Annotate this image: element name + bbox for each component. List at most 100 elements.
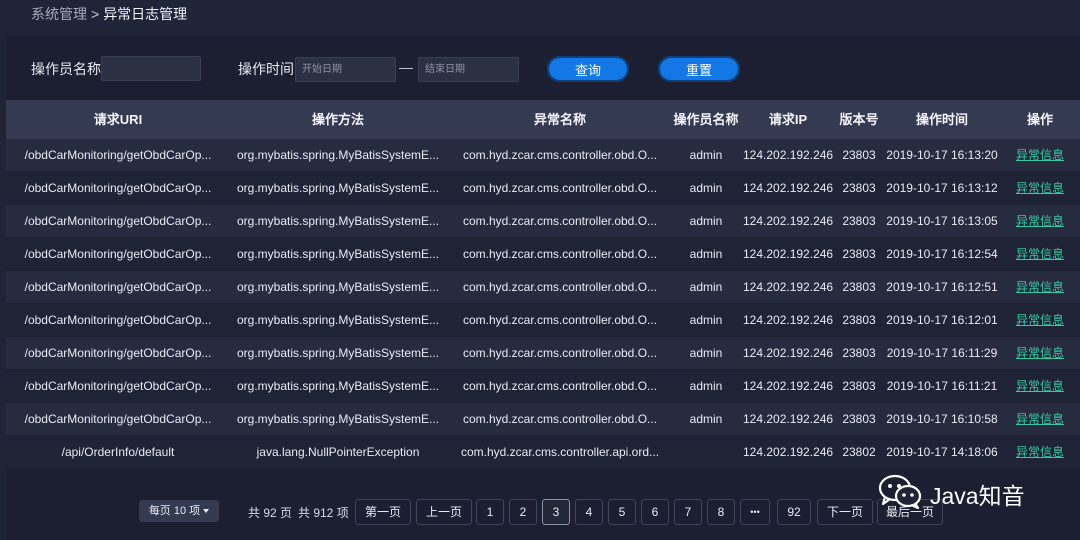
page-size-select[interactable]: 每页 10 项 (139, 500, 219, 522)
breadcrumb-current: 异常日志管理 (103, 6, 188, 22)
filter-bar: 操作员名称 操作时间 — 查询 重置 (6, 36, 1080, 100)
cell-version: 23803 (842, 412, 876, 426)
cell-operator: admin (689, 412, 723, 426)
cell-method: org.mybatis.spring.MyBatisSystemE... (236, 313, 440, 327)
table-row: /api/OrderInfo/default java.lang.NullPoi… (6, 436, 1080, 468)
cell-ip: 124.202.192.246 (743, 346, 833, 360)
cell-exception: com.hyd.zcar.cms.controller.obd.O... (462, 346, 658, 360)
cell-exception: com.hyd.zcar.cms.controller.obd.O... (462, 148, 658, 162)
col-header-version: 版本号 (839, 112, 879, 127)
col-header-uri: 请求URI (93, 112, 143, 127)
date-range-dash: — (399, 59, 413, 75)
cell-time: 2019-10-17 16:12:01 (886, 313, 998, 327)
cell-time: 2019-10-17 16:11:29 (886, 346, 998, 360)
cell-ip: 124.202.192.246 (743, 148, 833, 162)
cell-ip: 124.202.192.246 (743, 280, 833, 294)
cell-operator: admin (689, 280, 723, 294)
cell-uri: /obdCarMonitoring/getObdCarOp... (24, 247, 212, 261)
exception-info-link[interactable]: 异常信息 (1010, 403, 1070, 435)
page-button[interactable]: 2 (509, 499, 537, 525)
col-header-time: 操作时间 (915, 112, 968, 127)
query-button[interactable]: 查询 (547, 56, 629, 82)
col-header-method: 操作方法 (311, 112, 364, 127)
page-button[interactable]: 8 (707, 499, 735, 525)
page-button[interactable]: 4 (575, 499, 603, 525)
cell-method: java.lang.NullPointerException (256, 445, 420, 459)
exception-info-link[interactable]: 异常信息 (1010, 370, 1070, 402)
cell-time: 2019-10-17 16:11:21 (886, 379, 998, 393)
cell-operator (668, 436, 744, 468)
exception-info-link[interactable]: 异常信息 (1010, 172, 1070, 204)
table-row: /obdCarMonitoring/getObdCarOp... org.myb… (6, 139, 1080, 171)
cell-uri: /obdCarMonitoring/getObdCarOp... (24, 181, 212, 195)
prev-page-button[interactable]: 上一页 (416, 499, 472, 525)
cell-exception: com.hyd.zcar.cms.controller.obd.O... (462, 214, 658, 228)
table-row: /obdCarMonitoring/getObdCarOp... org.myb… (6, 271, 1080, 303)
cell-uri: /obdCarMonitoring/getObdCarOp... (24, 412, 212, 426)
watermark-text: Java知音 (930, 483, 1025, 509)
cell-version: 23803 (842, 379, 876, 393)
operator-label: 操作员名称 (31, 61, 101, 77)
start-date-input[interactable] (295, 57, 396, 82)
cell-operator: admin (689, 247, 723, 261)
cell-operator: admin (689, 379, 723, 393)
cell-uri: /obdCarMonitoring/getObdCarOp... (24, 313, 212, 327)
cell-version: 23803 (842, 346, 876, 360)
cell-operator: admin (689, 214, 723, 228)
cell-time: 2019-10-17 16:12:54 (886, 247, 998, 261)
page-button[interactable]: 1 (476, 499, 504, 525)
cell-ip: 124.202.192.246 (743, 379, 833, 393)
exception-info-link[interactable]: 异常信息 (1010, 271, 1070, 303)
exception-info-link[interactable]: 异常信息 (1010, 238, 1070, 270)
cell-version: 23803 (842, 181, 876, 195)
reset-button[interactable]: 重置 (658, 56, 740, 82)
exception-info-link[interactable]: 异常信息 (1010, 304, 1070, 336)
page-button-current[interactable]: 3 (542, 499, 570, 525)
page-button-last-number[interactable]: 92 (777, 499, 811, 525)
total-items: 共 912 项 (298, 506, 349, 520)
time-label: 操作时间 (238, 61, 294, 77)
page-ellipsis[interactable]: ••• (740, 499, 770, 525)
page-button[interactable]: 7 (674, 499, 702, 525)
cell-method: org.mybatis.spring.MyBatisSystemE... (236, 181, 440, 195)
first-page-button[interactable]: 第一页 (355, 499, 411, 525)
exception-info-link[interactable]: 异常信息 (1010, 337, 1070, 369)
col-header-ip: 请求IP (768, 112, 808, 127)
cell-method: org.mybatis.spring.MyBatisSystemE... (236, 346, 440, 360)
table-row: /obdCarMonitoring/getObdCarOp... org.myb… (6, 370, 1080, 402)
cell-uri: /api/OrderInfo/default (61, 445, 175, 459)
cell-version: 23803 (842, 148, 876, 162)
cell-method: org.mybatis.spring.MyBatisSystemE... (236, 214, 440, 228)
table-row: /obdCarMonitoring/getObdCarOp... org.myb… (6, 304, 1080, 336)
exception-info-link[interactable]: 异常信息 (1010, 436, 1070, 468)
exception-info-link[interactable]: 异常信息 (1010, 139, 1070, 171)
end-date-input[interactable] (418, 57, 519, 82)
cell-time: 2019-10-17 16:10:58 (886, 412, 998, 426)
cell-method: org.mybatis.spring.MyBatisSystemE... (236, 148, 440, 162)
content-panel: 操作员名称 操作时间 — 查询 重置 请求URI 操作方法 异常名称 操作员名称… (6, 36, 1080, 540)
cell-exception: com.hyd.zcar.cms.controller.api.ord... (460, 445, 660, 459)
cell-time: 2019-10-17 16:13:20 (886, 148, 998, 162)
cell-version: 23803 (842, 214, 876, 228)
breadcrumb-root[interactable]: 系统管理 (31, 6, 87, 22)
cell-operator: admin (689, 313, 723, 327)
cell-method: org.mybatis.spring.MyBatisSystemE... (236, 412, 440, 426)
cell-uri: /obdCarMonitoring/getObdCarOp... (24, 346, 212, 360)
cell-ip: 124.202.192.246 (743, 313, 833, 327)
next-page-button[interactable]: 下一页 (817, 499, 873, 525)
operator-input[interactable] (101, 56, 201, 81)
table-row: /obdCarMonitoring/getObdCarOp... org.myb… (6, 238, 1080, 270)
cell-operator: admin (689, 346, 723, 360)
cell-ip: 124.202.192.246 (743, 214, 833, 228)
cell-version: 23803 (842, 280, 876, 294)
page-button[interactable]: 6 (641, 499, 669, 525)
table-header: 请求URI 操作方法 异常名称 操作员名称 请求IP 版本号 操作时间 操作 (6, 100, 1080, 139)
table-row: /obdCarMonitoring/getObdCarOp... org.myb… (6, 403, 1080, 435)
cell-exception: com.hyd.zcar.cms.controller.obd.O... (462, 181, 658, 195)
page-button[interactable]: 5 (608, 499, 636, 525)
cell-time: 2019-10-17 14:18:06 (886, 445, 998, 459)
cell-ip: 124.202.192.246 (743, 181, 833, 195)
cell-version: 23803 (842, 247, 876, 261)
cell-uri: /obdCarMonitoring/getObdCarOp... (24, 148, 212, 162)
exception-info-link[interactable]: 异常信息 (1010, 205, 1070, 237)
